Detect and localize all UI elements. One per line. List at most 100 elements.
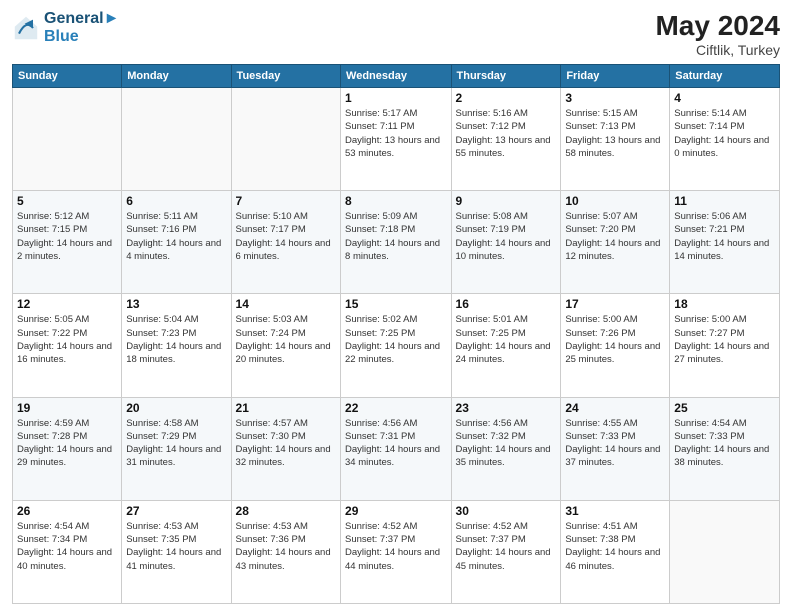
table-row: 25Sunrise: 4:54 AMSunset: 7:33 PMDayligh… bbox=[670, 397, 780, 500]
day-number: 18 bbox=[674, 297, 775, 311]
day-detail: Sunrise: 5:00 AMSunset: 7:27 PMDaylight:… bbox=[674, 313, 775, 366]
day-number: 29 bbox=[345, 504, 447, 518]
day-number: 15 bbox=[345, 297, 447, 311]
table-row: 6Sunrise: 5:11 AMSunset: 7:16 PMDaylight… bbox=[122, 191, 231, 294]
day-detail: Sunrise: 5:02 AMSunset: 7:25 PMDaylight:… bbox=[345, 313, 447, 366]
day-number: 14 bbox=[236, 297, 336, 311]
day-detail: Sunrise: 5:15 AMSunset: 7:13 PMDaylight:… bbox=[565, 107, 665, 160]
table-row: 28 Sunrise: 4:53 AMSunset: 7:36 PMDayligh… bbox=[231, 500, 340, 603]
month-year: May 2024 bbox=[655, 10, 780, 42]
day-number: 1 bbox=[345, 91, 447, 105]
table-row: 27 Sunrise: 4:53 AMSunset: 7:35 PMDayligh… bbox=[122, 500, 231, 603]
day-number: 17 bbox=[565, 297, 665, 311]
day-detail: Sunrise: 4:53 AMSunset: 7:35 PMDaylight:… bbox=[126, 520, 226, 573]
table-row: 29 Sunrise: 4:52 AMSunset: 7:37 PMDayligh… bbox=[341, 500, 452, 603]
table-row: 23 Sunrise: 4:56 AMSunset: 7:32 PMDayligh… bbox=[451, 397, 561, 500]
table-row: 13Sunrise: 5:04 AMSunset: 7:23 PMDayligh… bbox=[122, 294, 231, 397]
header-sunday: Sunday bbox=[13, 65, 122, 88]
table-row: 30 Sunrise: 4:52 AMSunset: 7:37 PMDayligh… bbox=[451, 500, 561, 603]
day-number: 16 bbox=[456, 297, 557, 311]
table-row: 14Sunrise: 5:03 AMSunset: 7:24 PMDayligh… bbox=[231, 294, 340, 397]
logo-icon bbox=[12, 14, 40, 42]
day-number: 23 bbox=[456, 401, 557, 415]
day-detail: Sunrise: 5:17 AMSunset: 7:11 PMDaylight:… bbox=[345, 107, 447, 160]
day-detail: Sunrise: 4:59 AMSunset: 7:28 PMDaylight:… bbox=[17, 417, 117, 470]
day-number: 20 bbox=[126, 401, 226, 415]
table-row bbox=[13, 88, 122, 191]
day-detail: Sunrise: 4:54 AMSunset: 7:34 PMDaylight:… bbox=[17, 520, 117, 573]
day-number: 24 bbox=[565, 401, 665, 415]
day-detail: Sunrise: 4:56 AMSunset: 7:32 PMDaylight:… bbox=[456, 417, 557, 470]
day-number: 21 bbox=[236, 401, 336, 415]
table-row: 26 Sunrise: 4:54 AMSunset: 7:34 PMDayligh… bbox=[13, 500, 122, 603]
day-number: 19 bbox=[17, 401, 117, 415]
day-detail: Sunrise: 5:10 AMSunset: 7:17 PMDaylight:… bbox=[236, 210, 336, 263]
header-saturday: Saturday bbox=[670, 65, 780, 88]
day-detail: Sunrise: 5:09 AMSunset: 7:18 PMDaylight:… bbox=[345, 210, 447, 263]
table-row: 22 Sunrise: 4:56 AMSunset: 7:31 PMDayligh… bbox=[341, 397, 452, 500]
day-number: 9 bbox=[456, 194, 557, 208]
day-number: 5 bbox=[17, 194, 117, 208]
table-row: 16 Sunrise: 5:01 AMSunset: 7:25 PMDayligh… bbox=[451, 294, 561, 397]
header-tuesday: Tuesday bbox=[231, 65, 340, 88]
day-number: 26 bbox=[17, 504, 117, 518]
day-number: 31 bbox=[565, 504, 665, 518]
day-number: 10 bbox=[565, 194, 665, 208]
day-number: 8 bbox=[345, 194, 447, 208]
header-thursday: Thursday bbox=[451, 65, 561, 88]
day-number: 22 bbox=[345, 401, 447, 415]
logo-text: General► Blue bbox=[44, 10, 119, 46]
day-number: 25 bbox=[674, 401, 775, 415]
day-number: 30 bbox=[456, 504, 557, 518]
day-detail: Sunrise: 4:58 AMSunset: 7:29 PMDaylight:… bbox=[126, 417, 226, 470]
table-row: 24 Sunrise: 4:55 AMSunset: 7:33 PMDayligh… bbox=[561, 397, 670, 500]
table-row: 31 Sunrise: 4:51 AMSunset: 7:38 PMDayligh… bbox=[561, 500, 670, 603]
day-number: 13 bbox=[126, 297, 226, 311]
header-wednesday: Wednesday bbox=[341, 65, 452, 88]
table-row: 11 Sunrise: 5:06 AMSunset: 7:21 PMDayligh… bbox=[670, 191, 780, 294]
table-row: 17 Sunrise: 5:00 AMSunset: 7:26 PMDayligh… bbox=[561, 294, 670, 397]
table-row: 12 Sunrise: 5:05 AMSunset: 7:22 PMDayligh… bbox=[13, 294, 122, 397]
table-row bbox=[670, 500, 780, 603]
header: General► Blue May 2024 Ciftlik, Turkey bbox=[12, 10, 780, 58]
table-row: 15 Sunrise: 5:02 AMSunset: 7:25 PMDayligh… bbox=[341, 294, 452, 397]
table-row: 20 Sunrise: 4:58 AMSunset: 7:29 PMDayligh… bbox=[122, 397, 231, 500]
day-number: 28 bbox=[236, 504, 336, 518]
day-detail: Sunrise: 4:52 AMSunset: 7:37 PMDaylight:… bbox=[345, 520, 447, 573]
table-row: 21 Sunrise: 4:57 AMSunset: 7:30 PMDayligh… bbox=[231, 397, 340, 500]
day-detail: Sunrise: 5:08 AMSunset: 7:19 PMDaylight:… bbox=[456, 210, 557, 263]
day-number: 3 bbox=[565, 91, 665, 105]
day-detail: Sunrise: 4:53 AMSunset: 7:36 PMDaylight:… bbox=[236, 520, 336, 573]
logo: General► Blue bbox=[12, 10, 119, 46]
table-row: 2Sunrise: 5:16 AMSunset: 7:12 PMDaylight… bbox=[451, 88, 561, 191]
day-detail: Sunrise: 5:06 AMSunset: 7:21 PMDaylight:… bbox=[674, 210, 775, 263]
day-detail: Sunrise: 5:12 AMSunset: 7:15 PMDaylight:… bbox=[17, 210, 117, 263]
location: Ciftlik, Turkey bbox=[655, 42, 780, 58]
day-detail: Sunrise: 5:01 AMSunset: 7:25 PMDaylight:… bbox=[456, 313, 557, 366]
title-block: May 2024 Ciftlik, Turkey bbox=[655, 10, 780, 58]
day-detail: Sunrise: 4:56 AMSunset: 7:31 PMDaylight:… bbox=[345, 417, 447, 470]
day-detail: Sunrise: 5:00 AMSunset: 7:26 PMDaylight:… bbox=[565, 313, 665, 366]
day-number: 2 bbox=[456, 91, 557, 105]
day-number: 27 bbox=[126, 504, 226, 518]
day-detail: Sunrise: 4:52 AMSunset: 7:37 PMDaylight:… bbox=[456, 520, 557, 573]
day-detail: Sunrise: 5:07 AMSunset: 7:20 PMDaylight:… bbox=[565, 210, 665, 263]
day-number: 4 bbox=[674, 91, 775, 105]
calendar-body: 1 Sunrise: 5:17 AMSunset: 7:11 PMDaylight… bbox=[13, 88, 780, 604]
day-detail: Sunrise: 4:55 AMSunset: 7:33 PMDaylight:… bbox=[565, 417, 665, 470]
day-detail: Sunrise: 4:57 AMSunset: 7:30 PMDaylight:… bbox=[236, 417, 336, 470]
day-detail: Sunrise: 5:05 AMSunset: 7:22 PMDaylight:… bbox=[17, 313, 117, 366]
day-number: 12 bbox=[17, 297, 117, 311]
table-row bbox=[122, 88, 231, 191]
header-monday: Monday bbox=[122, 65, 231, 88]
table-row bbox=[231, 88, 340, 191]
day-number: 11 bbox=[674, 194, 775, 208]
table-row: 4Sunrise: 5:14 AMSunset: 7:14 PMDaylight… bbox=[670, 88, 780, 191]
table-row: 5 Sunrise: 5:12 AMSunset: 7:15 PMDaylight… bbox=[13, 191, 122, 294]
day-detail: Sunrise: 4:51 AMSunset: 7:38 PMDaylight:… bbox=[565, 520, 665, 573]
table-row: 19 Sunrise: 4:59 AMSunset: 7:28 PMDayligh… bbox=[13, 397, 122, 500]
table-row: 1 Sunrise: 5:17 AMSunset: 7:11 PMDaylight… bbox=[341, 88, 452, 191]
calendar-page: General► Blue May 2024 Ciftlik, Turkey S… bbox=[0, 0, 792, 612]
table-row: 3 Sunrise: 5:15 AMSunset: 7:13 PMDaylight… bbox=[561, 88, 670, 191]
table-row: 7Sunrise: 5:10 AMSunset: 7:17 PMDaylight… bbox=[231, 191, 340, 294]
